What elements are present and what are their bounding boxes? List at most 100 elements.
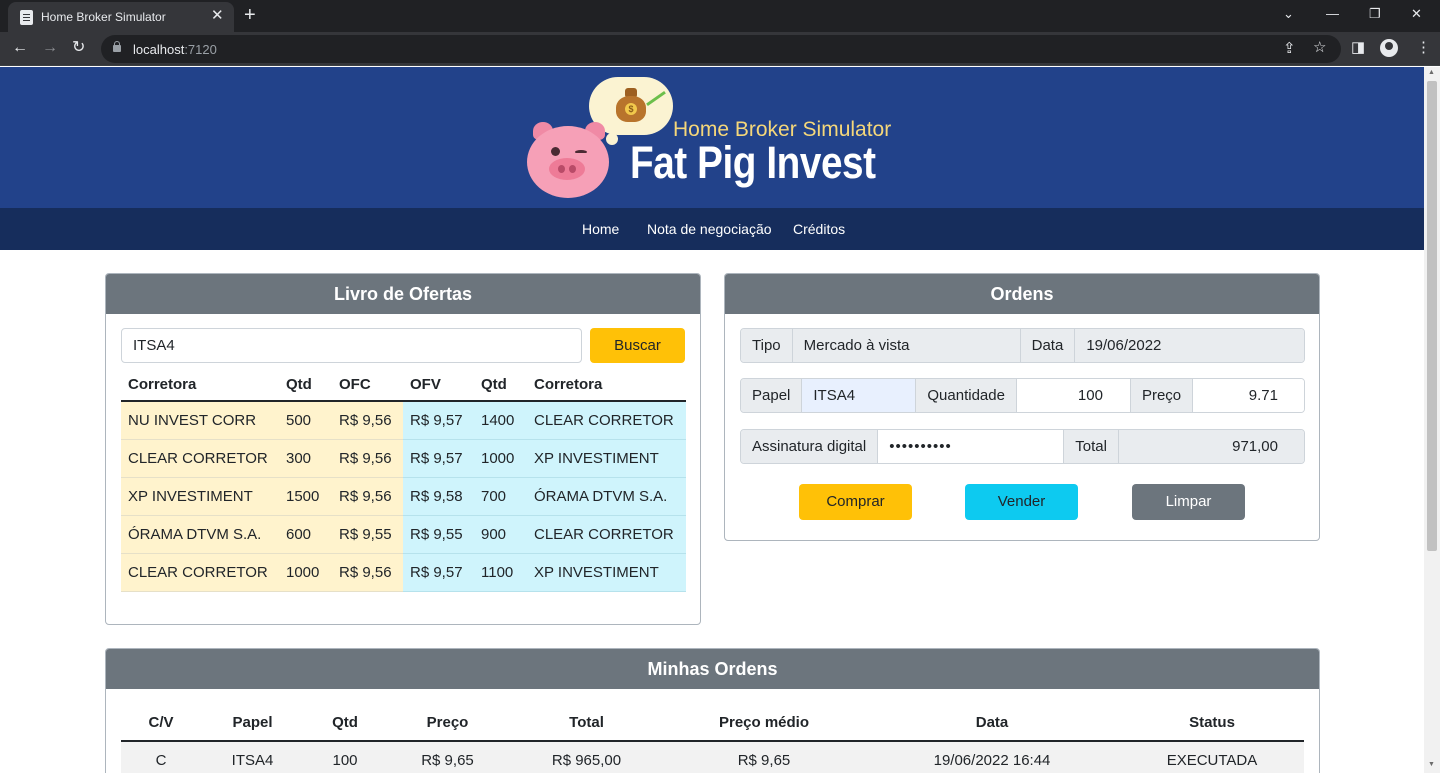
page-scrollbar[interactable]: ▲ ▼ <box>1424 67 1440 773</box>
buy-price: R$ 9,56 <box>332 439 403 478</box>
sell-qty: 900 <box>474 515 527 554</box>
total-field[interactable]: 971,00 <box>1118 430 1304 463</box>
share-icon[interactable]: ⇪ <box>1283 40 1296 58</box>
col-ofv: OFV <box>403 368 474 402</box>
forward-icon[interactable]: → <box>42 38 58 58</box>
sell-qty: 1400 <box>474 401 527 440</box>
orders-table: C/V Papel Qtd Preço Total Preço médio Da… <box>121 705 1304 773</box>
scroll-down-icon[interactable]: ▼ <box>1428 761 1435 768</box>
menu-kebab-icon[interactable]: ⋮ <box>1416 39 1431 57</box>
sell-broker: CLEAR CORRETOR <box>527 515 686 554</box>
new-tab-icon[interactable]: + <box>244 4 256 26</box>
table-row: CLEAR CORRETOR 1000 R$ 9,56 R$ 9,57 1100… <box>121 553 686 592</box>
assinatura-password-field[interactable]: •••••••••• <box>878 430 1065 463</box>
minhas-ordens-title: Minhas Ordens <box>106 649 1319 689</box>
search-input[interactable]: ITSA4 <box>121 328 582 363</box>
buy-broker: CLEAR CORRETOR <box>121 553 279 592</box>
page-content: $ Home Broker Simulator Fat Pig Invest H… <box>0 67 1424 773</box>
preco-field[interactable]: 9.71 <box>1193 379 1304 412</box>
sell-price: R$ 9,57 <box>403 401 474 440</box>
tab-title: Home Broker Simulator <box>41 10 166 24</box>
col-data: Data <box>864 705 1120 742</box>
col-qtd-compra: Qtd <box>279 368 332 402</box>
buy-qty: 500 <box>279 401 332 440</box>
tipo-field[interactable]: Mercado à vista <box>792 329 1021 362</box>
buy-price: R$ 9,56 <box>332 553 403 592</box>
ordens-card: Ordens Tipo Mercado à vista Data 19/06/2… <box>724 273 1320 541</box>
sell-qty: 1000 <box>474 439 527 478</box>
lock-icon[interactable] <box>113 41 121 52</box>
sell-qty: 700 <box>474 477 527 516</box>
scroll-up-icon[interactable]: ▲ <box>1428 69 1435 76</box>
order-preco: R$ 9,65 <box>386 741 509 773</box>
nav-nota-de-negociacao[interactable]: Nota de negociação <box>647 221 772 237</box>
close-window-icon[interactable]: ✕ <box>1411 6 1422 22</box>
buy-broker: CLEAR CORRETOR <box>121 439 279 478</box>
buy-qty: 1500 <box>279 477 332 516</box>
browser-toolbar: ← → ↻ localhost:7120 ⇪ ☆ ◨ ⋮ <box>0 32 1440 66</box>
ordens-title: Ordens <box>725 274 1319 314</box>
nav-home[interactable]: Home <box>582 221 619 237</box>
col-qtd-venda: Qtd <box>474 368 527 402</box>
bookmark-star-icon[interactable]: ☆ <box>1313 39 1326 57</box>
address-bar[interactable]: localhost:7120 ⇪ ☆ <box>101 35 1341 63</box>
buy-qty: 600 <box>279 515 332 554</box>
limpar-button[interactable]: Limpar <box>1132 484 1245 520</box>
col-preco: Preço <box>386 705 509 742</box>
order-qtd: 100 <box>304 741 386 773</box>
money-bag-icon: $ <box>616 88 646 122</box>
browser-tab-bar: Home Broker Simulator ✕ + ⌄ — ❐ ✕ <box>0 0 1440 32</box>
col-qtd: Qtd <box>304 705 386 742</box>
order-data: 19/06/2022 16:44 <box>864 741 1120 773</box>
papel-label: Papel <box>741 379 803 412</box>
sell-price: R$ 9,58 <box>403 477 474 516</box>
profile-icon[interactable] <box>1380 39 1398 57</box>
buy-price: R$ 9,55 <box>332 515 403 554</box>
quantidade-field[interactable]: 100 <box>1016 379 1131 412</box>
data-label: Data <box>1020 329 1076 362</box>
buy-price: R$ 9,56 <box>332 401 403 440</box>
comprar-button[interactable]: Comprar <box>799 484 912 520</box>
vender-button[interactable]: Vender <box>965 484 1078 520</box>
nav-creditos[interactable]: Créditos <box>793 221 845 237</box>
back-icon[interactable]: ← <box>12 38 28 58</box>
col-ofc: OFC <box>332 368 403 402</box>
browser-tab[interactable]: Home Broker Simulator ✕ <box>8 2 234 32</box>
col-papel: Papel <box>201 705 304 742</box>
buy-qty: 1000 <box>279 553 332 592</box>
order-total: R$ 965,00 <box>509 741 664 773</box>
livro-de-ofertas-card: Livro de Ofertas ITSA4 Buscar Corretora … <box>105 273 701 625</box>
order-preco-medio: R$ 9,65 <box>664 741 864 773</box>
sell-broker: ÓRAMA DTVM S.A. <box>527 477 686 516</box>
reload-icon[interactable]: ↻ <box>72 38 85 58</box>
col-total: Total <box>509 705 664 742</box>
order-papel: ITSA4 <box>201 741 304 773</box>
side-panel-icon[interactable]: ◨ <box>1351 39 1365 57</box>
sell-price: R$ 9,55 <box>403 515 474 554</box>
sell-broker: XP INVESTIMENT <box>527 553 686 592</box>
buy-broker: XP INVESTIMENT <box>121 477 279 516</box>
tipo-data-group: Tipo Mercado à vista Data 19/06/2022 <box>740 328 1305 363</box>
quantidade-label: Quantidade <box>916 379 1017 412</box>
order-cv: C <box>121 741 201 773</box>
total-label: Total <box>1064 430 1119 463</box>
tab-search-icon[interactable]: ⌄ <box>1283 6 1294 22</box>
table-row: ÓRAMA DTVM S.A. 600 R$ 9,55 R$ 9,55 900 … <box>121 515 686 554</box>
scroll-thumb[interactable] <box>1427 81 1437 551</box>
offers-table: Corretora Qtd OFC OFV Qtd Corretora NU I… <box>121 368 686 592</box>
close-tab-icon[interactable]: ✕ <box>211 7 224 25</box>
url-text: localhost:7120 <box>133 42 217 57</box>
restore-icon[interactable]: ❐ <box>1369 6 1381 22</box>
order-status: EXECUTADA <box>1120 741 1304 773</box>
site-header: $ Home Broker Simulator Fat Pig Invest <box>0 67 1424 208</box>
col-preco-medio: Preço médio <box>664 705 864 742</box>
sell-broker: CLEAR CORRETOR <box>527 401 686 440</box>
logo-title: Fat Pig Invest <box>630 137 876 188</box>
buscar-button[interactable]: Buscar <box>590 328 685 363</box>
col-corretora-venda: Corretora <box>527 368 686 402</box>
papel-field[interactable]: ITSA4 <box>802 379 917 412</box>
buy-broker: ÓRAMA DTVM S.A. <box>121 515 279 554</box>
assinatura-total-group: Assinatura digital •••••••••• Total 971,… <box>740 429 1305 464</box>
data-field[interactable]: 19/06/2022 <box>1075 329 1304 362</box>
minimize-icon[interactable]: — <box>1326 6 1339 22</box>
